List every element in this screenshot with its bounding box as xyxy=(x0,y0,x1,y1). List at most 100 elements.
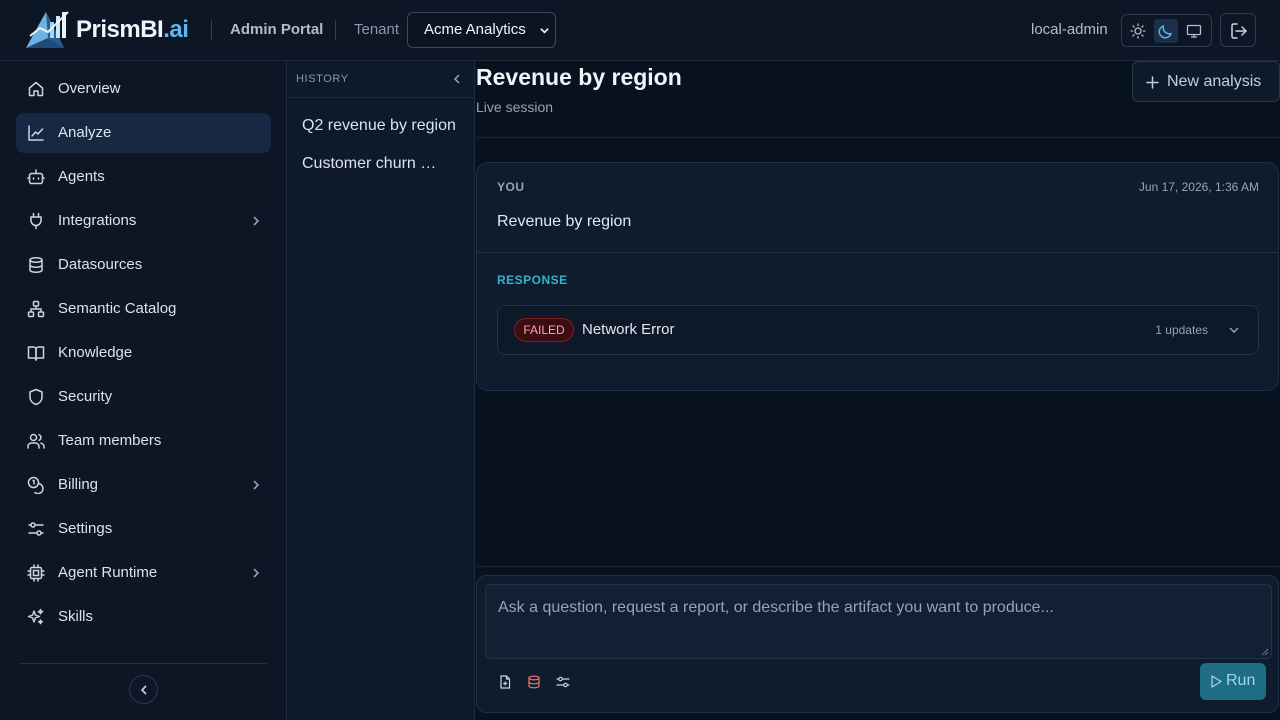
user-name: local-admin xyxy=(1031,21,1108,38)
user-prompt: Revenue by region xyxy=(497,213,632,230)
plus-icon xyxy=(1146,76,1159,89)
sidebar-item-label: Analyze xyxy=(58,124,112,141)
history-title: HISTORY xyxy=(296,73,349,85)
sidebar: Overview Analyze Agents Integrations Dat… xyxy=(0,61,287,720)
chevron-left-icon[interactable] xyxy=(451,73,463,85)
top-bar: PrismBI.ai Admin Portal Tenant Acme Anal… xyxy=(0,0,1280,61)
sidebar-item-knowledge[interactable]: Knowledge xyxy=(16,333,271,373)
sliders-icon xyxy=(554,675,572,689)
shield-icon xyxy=(27,388,45,406)
theme-dark-button[interactable] xyxy=(1154,19,1178,43)
tenant-select[interactable]: Acme Analytics xyxy=(407,12,556,48)
response-label: RESPONSE xyxy=(497,273,568,287)
history-panel: HISTORY Q2 revenue by region Customer ch… xyxy=(288,61,475,720)
sidebar-item-label: Security xyxy=(58,388,113,405)
history-item[interactable]: Q2 revenue by region xyxy=(302,117,462,135)
chevron-right-icon xyxy=(249,478,263,492)
card-divider xyxy=(477,252,1278,253)
sidebar-item-security[interactable]: Security xyxy=(16,377,271,417)
sun-icon xyxy=(1126,23,1150,39)
new-analysis-button[interactable]: New analysis xyxy=(1132,61,1280,102)
theme-system-button[interactable] xyxy=(1182,19,1206,43)
prompt-input[interactable]: Ask a question, request a report, or des… xyxy=(485,584,1272,659)
brand-name[interactable]: PrismBI.ai xyxy=(76,16,189,44)
chevron-right-icon xyxy=(249,566,263,580)
brand-suffix: .ai xyxy=(163,16,189,43)
theme-light-button[interactable] xyxy=(1126,19,1150,43)
sidebar-item-label: Agent Runtime xyxy=(58,564,158,581)
sidebar-item-label: Datasources xyxy=(58,256,143,273)
new-analysis-label: New analysis xyxy=(1167,73,1262,90)
page-title: Revenue by region xyxy=(476,64,682,90)
logout-icon xyxy=(1221,22,1255,40)
sidebar-item-skills[interactable]: Skills xyxy=(16,597,271,637)
header-divider xyxy=(335,20,336,40)
bot-icon xyxy=(27,168,45,186)
sidebar-item-label: Settings xyxy=(58,520,113,537)
sidebar-item-label: Team members xyxy=(58,432,162,449)
attach-file-button[interactable] xyxy=(496,673,514,691)
prismbi-logo-icon[interactable] xyxy=(24,8,70,52)
database-icon xyxy=(525,675,543,689)
cpu-icon xyxy=(27,564,45,582)
line-chart-icon xyxy=(27,124,45,142)
play-icon xyxy=(1211,675,1222,688)
sidebar-item-label: Skills xyxy=(58,608,94,625)
tenant-select-value: Acme Analytics xyxy=(424,21,526,38)
updates-count: 1 updates xyxy=(1155,323,1208,337)
coins-icon xyxy=(27,476,45,494)
sidebar-item-label: Integrations xyxy=(58,212,137,229)
portal-label: Admin Portal xyxy=(230,21,324,38)
sidebar-item-semantic-catalog[interactable]: Semantic Catalog xyxy=(16,289,271,329)
sidebar-item-agent-runtime[interactable]: Agent Runtime xyxy=(16,553,271,593)
chevron-right-icon xyxy=(249,214,263,228)
author-label: YOU xyxy=(497,180,525,194)
sidebar-item-team-members[interactable]: Team members xyxy=(16,421,271,461)
sidebar-item-agents[interactable]: Agents xyxy=(16,157,271,197)
main-content: Revenue by region Live session New analy… xyxy=(476,61,1280,720)
book-open-icon xyxy=(27,344,45,362)
sidebar-item-label: Semantic Catalog xyxy=(58,300,177,317)
message-timestamp: Jun 17, 2026, 1:36 AM xyxy=(1138,180,1259,194)
chevron-down-icon[interactable] xyxy=(1228,324,1240,336)
sliders-icon xyxy=(27,520,45,538)
tenant-label: Tenant xyxy=(354,21,400,38)
header-divider xyxy=(211,20,212,40)
brand-main: PrismBI xyxy=(76,16,164,43)
theme-switcher xyxy=(1121,14,1212,47)
sidebar-item-label: Overview xyxy=(58,80,121,97)
sidebar-item-settings[interactable]: Settings xyxy=(16,509,271,549)
sidebar-item-overview[interactable]: Overview xyxy=(16,69,271,109)
sidebar-item-billing[interactable]: Billing xyxy=(16,465,271,505)
conversation-card: YOU Jun 17, 2026, 1:36 AM Revenue by reg… xyxy=(476,162,1279,391)
run-button[interactable]: Run xyxy=(1200,663,1266,700)
composer-divider xyxy=(476,566,1280,567)
sidebar-item-label: Agents xyxy=(58,168,105,185)
logout-button[interactable] xyxy=(1220,13,1256,47)
sidebar-item-label: Billing xyxy=(58,476,99,493)
network-icon xyxy=(27,300,45,318)
chevron-down-icon xyxy=(539,25,550,36)
status-badge: FAILED xyxy=(514,318,574,342)
datasource-button[interactable] xyxy=(525,673,543,691)
users-icon xyxy=(27,432,45,450)
error-message: Network Error xyxy=(582,321,675,338)
sidebar-item-integrations[interactable]: Integrations xyxy=(16,201,271,241)
sparkles-icon xyxy=(27,608,45,626)
moon-icon xyxy=(1154,23,1178,39)
history-item[interactable]: Customer churn analysis xyxy=(302,155,440,173)
sidebar-item-analyze[interactable]: Analyze xyxy=(16,113,271,153)
run-label: Run xyxy=(1226,672,1256,689)
database-icon xyxy=(27,256,45,274)
plug-icon xyxy=(27,212,45,230)
history-header: HISTORY xyxy=(288,61,475,98)
composer: Ask a question, request a report, or des… xyxy=(476,575,1279,713)
header-divider xyxy=(476,137,1280,138)
options-button[interactable] xyxy=(554,673,572,691)
prompt-placeholder: Ask a question, request a report, or des… xyxy=(498,599,1054,616)
resize-grip-icon[interactable] xyxy=(1261,648,1269,656)
home-icon xyxy=(27,80,45,98)
sidebar-item-datasources[interactable]: Datasources xyxy=(16,245,271,285)
response-status-row[interactable]: FAILED Network Error 1 updates xyxy=(497,305,1259,355)
sidebar-collapse-button[interactable] xyxy=(129,675,158,704)
